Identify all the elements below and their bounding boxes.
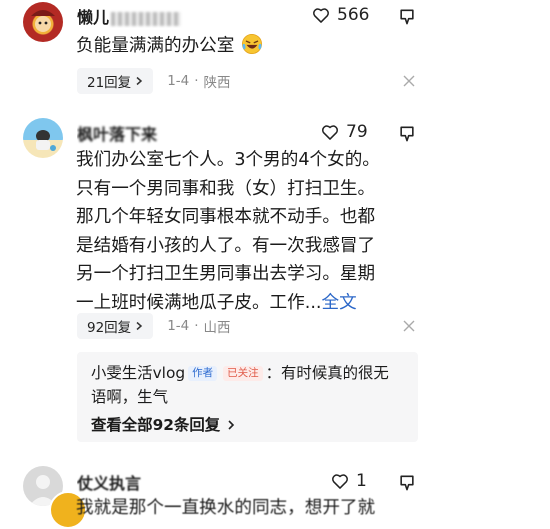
like-count: 79 bbox=[346, 122, 368, 142]
dislike-icon[interactable] bbox=[397, 124, 417, 144]
read-more-link[interactable]: 全文 bbox=[322, 293, 357, 313]
comment-time: 1-4 bbox=[167, 73, 190, 89]
followed-badge: 已关注 bbox=[223, 366, 263, 381]
view-all-replies-link[interactable]: 查看全部92条回复 bbox=[91, 413, 236, 435]
comment-meta: 21回复 1-4 · 陕西 bbox=[77, 68, 231, 94]
comment-location: 陕西 bbox=[203, 75, 231, 91]
heart-icon bbox=[313, 8, 329, 23]
replies-button[interactable]: 92回复 bbox=[77, 313, 154, 339]
avatar[interactable] bbox=[23, 118, 63, 158]
like-count: 1 bbox=[356, 471, 367, 491]
chevron-right-icon bbox=[136, 321, 143, 331]
like-button[interactable]: 1 bbox=[330, 471, 367, 491]
heart-icon bbox=[332, 474, 348, 489]
comment-username[interactable]: 懒儿 bbox=[77, 4, 187, 28]
sub-reply-text-continued: 语啊，生气 bbox=[91, 388, 168, 406]
avatar-figure-icon bbox=[31, 10, 55, 32]
sub-reply-text: ：有时候真的很无 bbox=[265, 364, 389, 382]
comment-text: 负能量满满的办公室 bbox=[76, 32, 416, 61]
sub-reply-author[interactable]: 小雯生活vlog bbox=[91, 364, 185, 382]
chevron-right-icon bbox=[136, 76, 143, 86]
comment-location: 山西 bbox=[203, 320, 231, 336]
sub-reply-box[interactable]: 小雯生活vlog 作者 已关注 ：有时候真的很无 语啊，生气 查看全部92条回复 bbox=[77, 352, 418, 442]
chevron-right-icon bbox=[227, 420, 234, 430]
meta-separator: · bbox=[194, 73, 199, 89]
comment-time: 1-4 bbox=[167, 318, 190, 334]
comment-text: 我们办公室七个人。3个男的4个女的。 只有一个男同事和我（女）打扫卫生。 那几个… bbox=[76, 150, 380, 313]
comment-username[interactable]: 仗义执言 bbox=[77, 470, 187, 494]
avatar[interactable] bbox=[23, 2, 63, 42]
replies-button[interactable]: 21回复 bbox=[77, 68, 154, 94]
close-icon[interactable] bbox=[402, 74, 416, 88]
meta-separator: · bbox=[194, 318, 199, 334]
like-button[interactable]: 566 bbox=[311, 5, 369, 25]
comment-meta: 92回复 1-4 · 山西 bbox=[77, 313, 231, 339]
like-button[interactable]: 79 bbox=[320, 122, 368, 142]
comment-username[interactable]: 枫叶落下来 bbox=[77, 121, 187, 145]
dislike-icon[interactable] bbox=[397, 7, 417, 27]
dislike-icon[interactable] bbox=[397, 473, 417, 493]
heart-icon bbox=[322, 125, 338, 140]
obscured-username-suffix bbox=[111, 11, 182, 26]
like-count: 566 bbox=[337, 5, 370, 25]
avatar-figure-icon bbox=[36, 130, 56, 151]
author-badge: 作者 bbox=[188, 366, 218, 381]
comment-text: 我就是那个一直换水的同志，想开了就 bbox=[76, 498, 376, 518]
laughing-crying-emoji-icon bbox=[241, 34, 262, 54]
close-icon[interactable] bbox=[402, 319, 416, 333]
